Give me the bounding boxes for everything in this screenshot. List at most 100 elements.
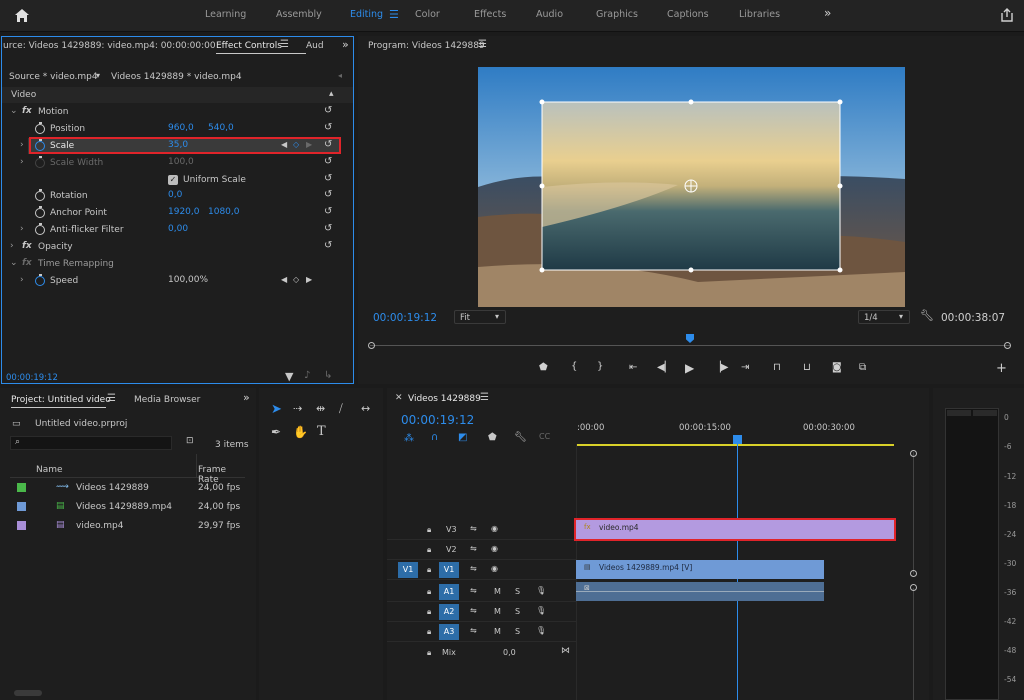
extract-icon[interactable]: ⊔ (803, 362, 811, 373)
zoom-dropdown[interactable]: Fit ▾ (454, 310, 506, 324)
sync-lock-icon[interactable]: ⇋ (470, 626, 477, 635)
lock-icon[interactable]: 🔒︎ (427, 545, 431, 555)
wrench-icon[interactable]: 🔧︎ (514, 432, 527, 443)
comparison-view-icon[interactable]: ⧉ (859, 362, 866, 373)
stopwatch-icon[interactable] (35, 274, 45, 286)
eye-icon[interactable]: ◉ (491, 544, 498, 553)
position-y-value[interactable]: 540,0 (208, 123, 234, 133)
wrench-icon[interactable]: 🔧︎ (920, 309, 934, 322)
expand-chevron-icon[interactable]: › (20, 275, 24, 285)
close-icon[interactable]: ✕ (395, 393, 403, 403)
timeline-ruler[interactable]: :00:00 00:00:15:00 00:00:30:00 (576, 418, 896, 448)
effect-timecode[interactable]: 00:00:19:12 (6, 373, 58, 383)
source-patch-v1[interactable]: V1 (398, 562, 418, 578)
play-icon[interactable]: ▶ (685, 361, 694, 375)
tab-audio[interactable]: Audio (536, 9, 563, 20)
reset-icon[interactable]: ↺ (324, 156, 332, 167)
timeline-playhead-head[interactable] (733, 435, 742, 444)
sequence-clip-label[interactable]: Videos 1429889 * video.mp4 (111, 72, 242, 82)
program-scrubber[interactable] (368, 334, 1011, 349)
tab-project[interactable]: Project: Untitled video (11, 395, 111, 405)
antiflicker-value[interactable]: 0,00 (168, 224, 188, 234)
mix-value[interactable]: 0,0 (503, 648, 516, 657)
collapse-icon[interactable]: ◂ (338, 71, 342, 80)
tab-effects[interactable]: Effects (474, 9, 506, 20)
work-area-bar[interactable] (576, 444, 894, 446)
tab-libraries[interactable]: Libraries (739, 9, 780, 20)
next-keyframe-icon[interactable]: ▶ (306, 140, 312, 149)
opacity-row[interactable]: › fx Opacity ↺ (2, 239, 353, 256)
scale-value[interactable]: 35,0 (168, 140, 188, 150)
camera-icon[interactable]: ◙ (832, 362, 842, 373)
scroll-up-icon[interactable]: ▴ (329, 89, 334, 99)
share-icon[interactable] (999, 7, 1015, 23)
list-item[interactable]: ▤ video.mp4 29,97 fps (10, 517, 245, 536)
sync-lock-icon[interactable]: ⇋ (470, 544, 477, 553)
program-playhead[interactable] (686, 334, 694, 343)
anchor-y-value[interactable]: 1080,0 (208, 207, 240, 217)
tab-color[interactable]: Color (415, 9, 440, 20)
source-tab[interactable]: urce: Videos 1429889: video.mp4: 00:00:0… (3, 41, 216, 51)
tab-sequence[interactable]: Videos 1429889 (408, 394, 481, 404)
lock-icon[interactable]: 🔒︎ (427, 525, 431, 535)
reset-icon[interactable]: ↺ (324, 206, 332, 217)
zoom-slider[interactable] (14, 690, 42, 696)
mark-in-icon[interactable]: { (571, 361, 577, 372)
anchor-x-value[interactable]: 1920,0 (168, 207, 200, 217)
expand-chevron-icon[interactable]: ⌄ (10, 258, 18, 268)
lift-icon[interactable]: ⊓ (773, 362, 781, 373)
sync-lock-icon[interactable]: ⇋ (470, 606, 477, 615)
list-item[interactable]: ⟿ Videos 1429889 24,00 fps (10, 479, 245, 498)
razor-icon[interactable]: ⧸ (339, 402, 343, 416)
microphone-icon[interactable]: 🎙︎ (536, 626, 546, 635)
home-icon[interactable] (14, 8, 30, 23)
hand-tool-icon[interactable]: ✋ (293, 425, 308, 439)
rotation-value[interactable]: 0,0 (168, 190, 182, 200)
stopwatch-icon[interactable] (35, 189, 45, 201)
go-to-out-icon[interactable]: ⇥ (741, 362, 749, 373)
reset-icon[interactable]: ↺ (324, 105, 332, 116)
prev-keyframe-icon[interactable]: ◀ (281, 275, 287, 284)
go-to-in-icon[interactable]: ⇤ (629, 362, 637, 373)
more-workspaces-icon[interactable]: » (824, 6, 831, 20)
position-x-value[interactable]: 960,0 (168, 123, 194, 133)
prev-keyframe-icon[interactable]: ◀ (281, 140, 287, 149)
source-dropdown-icon[interactable]: ▾ (96, 71, 100, 80)
list-item[interactable]: ▤ Videos 1429889.mp4 24,00 fps (10, 498, 245, 517)
speed-value[interactable]: 100,00% (168, 275, 208, 285)
snap-icon[interactable]: ∩ (431, 432, 438, 443)
eye-icon[interactable]: ◉ (491, 524, 498, 533)
step-back-icon[interactable]: ◀▏ (657, 362, 672, 373)
panel-menu-icon[interactable]: ☰ (280, 39, 289, 50)
expand-chevron-icon[interactable]: › (20, 140, 24, 150)
play-audio-icon[interactable]: ♪ (304, 370, 310, 381)
mute-button[interactable]: M (494, 627, 501, 636)
lock-icon[interactable]: 🔒︎ (427, 627, 431, 637)
search-input[interactable]: ⌕ (10, 436, 172, 450)
track-target-v1[interactable]: V1 (439, 562, 459, 578)
ripple-edit-icon[interactable]: ⇹ (316, 402, 325, 415)
stopwatch-icon[interactable] (35, 122, 45, 134)
sync-lock-icon[interactable]: ⇋ (470, 524, 477, 533)
expand-chevron-icon[interactable]: › (20, 224, 24, 234)
clip-audio-a1[interactable]: ⊠ (576, 582, 824, 601)
panel-menu-icon[interactable]: ☰ (107, 393, 116, 404)
end-icon[interactable]: ⋈ (561, 646, 570, 656)
tab-graphics[interactable]: Graphics (596, 9, 638, 20)
tab-assembly[interactable]: Assembly (276, 9, 322, 20)
scrubber-start-handle[interactable] (368, 342, 375, 349)
mark-out-icon[interactable]: } (597, 361, 603, 372)
vertical-scroll-handle[interactable] (910, 584, 917, 591)
nest-icon[interactable]: ⁂ (404, 433, 414, 444)
program-title[interactable]: Program: Videos 1429889 (368, 41, 485, 51)
step-forward-icon[interactable]: ▕▶ (713, 362, 728, 373)
solo-button[interactable]: S (515, 627, 520, 636)
sync-lock-icon[interactable]: ⇋ (470, 564, 477, 573)
type-tool-icon[interactable]: T (317, 424, 326, 439)
reset-icon[interactable]: ↺ (324, 223, 332, 234)
add-button-icon[interactable]: + (996, 361, 1007, 376)
timeline-timecode[interactable]: 00:00:19:12 (401, 413, 474, 427)
tab-learning[interactable]: Learning (205, 9, 246, 20)
program-timecode[interactable]: 00:00:19:12 (373, 312, 437, 324)
next-keyframe-icon[interactable]: ▶ (306, 275, 312, 284)
